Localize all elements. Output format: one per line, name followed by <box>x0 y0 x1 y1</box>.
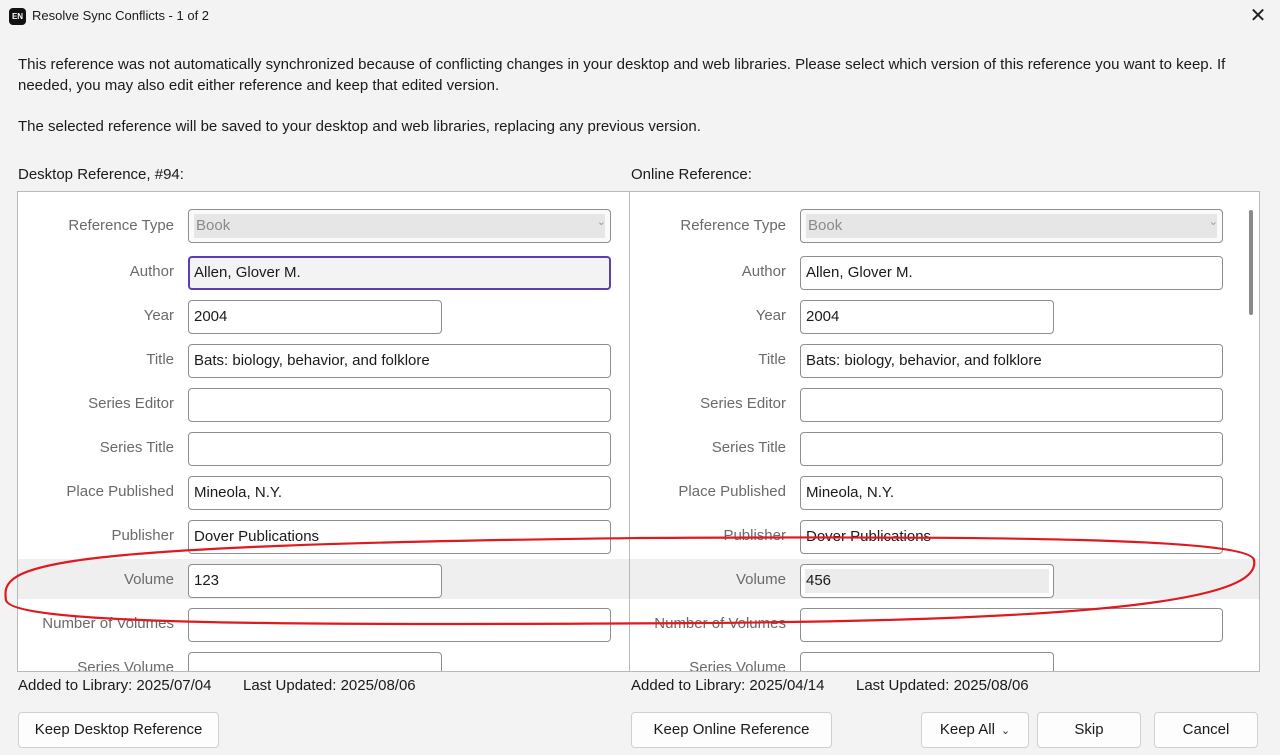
online-reference-panel: Reference Type Book ⌄ Author Allen, Glov… <box>629 191 1260 672</box>
volume-field[interactable]: 123 <box>188 564 442 598</box>
title-bar: EN Resolve Sync Conflicts - 1 of 2 ✕ <box>0 0 1280 32</box>
desktop-updated-date: Last Updated: 2025/08/06 <box>243 677 416 694</box>
field-label: Publisher <box>723 527 786 544</box>
field-label: Author <box>741 263 786 280</box>
series-editor-field[interactable] <box>188 388 611 422</box>
field-label: Year <box>143 307 174 324</box>
field-row-series-volume: Series Volume <box>18 649 629 672</box>
field-row-volume: Volume 123 <box>18 559 629 599</box>
skip-button[interactable]: Skip <box>1037 712 1141 748</box>
field-label: Series Editor <box>88 395 174 412</box>
year-field[interactable]: 2004 <box>188 300 442 334</box>
field-label: Number of Volumes <box>42 615 174 632</box>
author-field[interactable]: Allen, Glover M. <box>188 256 611 290</box>
field-label: Title <box>146 351 174 368</box>
desktop-added-date: Added to Library: 2025/07/04 <box>18 677 212 694</box>
scrollbar-thumb[interactable] <box>1249 210 1253 315</box>
field-label: Volume <box>735 571 786 588</box>
endnote-app-icon: EN <box>9 8 26 25</box>
field-label: Publisher <box>111 527 174 544</box>
field-label: Number of Volumes <box>654 615 786 632</box>
keep-online-button[interactable]: Keep Online Reference <box>631 712 832 748</box>
field-row-author: Author Allen, Glover M. <box>18 253 629 293</box>
publisher-field[interactable]: Dover Publications <box>800 520 1223 554</box>
field-row-place-published: Place Published Mineola, N.Y. <box>630 473 1259 513</box>
series-editor-field[interactable] <box>800 388 1223 422</box>
series-title-field[interactable] <box>800 432 1223 466</box>
reference-type-value: Book <box>194 214 605 238</box>
number-of-volumes-field[interactable] <box>800 608 1223 642</box>
place-published-field[interactable]: Mineola, N.Y. <box>800 476 1223 510</box>
title-field[interactable]: Bats: biology, behavior, and folklore <box>188 344 611 378</box>
field-label: Author <box>129 263 174 280</box>
field-row-reference-type: Reference Type Book ⌄ <box>630 207 1259 247</box>
chevron-down-icon: ⌄ <box>1000 725 1011 737</box>
field-row-publisher: Publisher Dover Publications <box>18 517 629 557</box>
field-row-series-editor: Series Editor <box>630 385 1259 425</box>
online-reference-label: Online Reference: <box>631 166 752 183</box>
field-row-year: Year 2004 <box>630 297 1259 337</box>
field-label: Year <box>755 307 786 324</box>
field-row-place-published: Place Published Mineola, N.Y. <box>18 473 629 513</box>
author-field[interactable]: Allen, Glover M. <box>800 256 1223 290</box>
field-row-number-of-volumes: Number of Volumes <box>18 605 629 645</box>
chevron-down-icon: ⌄ <box>1208 216 1218 228</box>
online-added-date: Added to Library: 2025/04/14 <box>631 677 825 694</box>
field-label: Series Volume <box>689 659 786 672</box>
year-field[interactable]: 2004 <box>800 300 1054 334</box>
field-label: Series Title <box>99 439 174 456</box>
field-row-title: Title Bats: biology, behavior, and folkl… <box>18 341 629 381</box>
number-of-volumes-field[interactable] <box>188 608 611 642</box>
field-row-author: Author Allen, Glover M. <box>630 253 1259 293</box>
field-label: Series Volume <box>77 659 174 672</box>
desktop-reference-panel: Reference Type Book ⌄ Author Allen, Glov… <box>17 191 630 672</box>
intro-text-2: The selected reference will be saved to … <box>18 118 701 135</box>
reference-type-value: Book <box>806 214 1217 238</box>
field-row-series-editor: Series Editor <box>18 385 629 425</box>
publisher-field[interactable]: Dover Publications <box>188 520 611 554</box>
field-row-volume: Volume 456 <box>630 559 1259 599</box>
field-label: Volume <box>123 571 174 588</box>
series-volume-field[interactable] <box>188 652 442 671</box>
window-title: Resolve Sync Conflicts - 1 of 2 <box>32 8 210 23</box>
field-label: Title <box>758 351 786 368</box>
online-updated-date: Last Updated: 2025/08/06 <box>856 677 1029 694</box>
field-label: Reference Type <box>68 217 174 234</box>
field-row-number-of-volumes: Number of Volumes <box>630 605 1259 645</box>
chevron-down-icon: ⌄ <box>596 216 606 228</box>
field-row-publisher: Publisher Dover Publications <box>630 517 1259 557</box>
volume-field[interactable]: 456 <box>800 564 1054 598</box>
field-row-series-title: Series Title <box>630 429 1259 469</box>
series-title-field[interactable] <box>188 432 611 466</box>
place-published-field[interactable]: Mineola, N.Y. <box>188 476 611 510</box>
close-icon[interactable]: ✕ <box>1244 2 1272 30</box>
reference-type-select[interactable]: Book ⌄ <box>800 209 1223 243</box>
reference-type-select[interactable]: Book ⌄ <box>188 209 611 243</box>
field-row-series-title: Series Title <box>18 429 629 469</box>
cancel-button[interactable]: Cancel <box>1154 712 1258 748</box>
field-label: Place Published <box>66 483 174 500</box>
field-label: Place Published <box>678 483 786 500</box>
field-row-reference-type: Reference Type Book ⌄ <box>18 207 629 247</box>
field-row-title: Title Bats: biology, behavior, and folkl… <box>630 341 1259 381</box>
field-row-series-volume: Series Volume <box>630 649 1259 672</box>
keep-all-dropdown-button[interactable]: Keep All ⌄ <box>921 712 1029 748</box>
desktop-reference-label: Desktop Reference, #94: <box>18 166 184 183</box>
volume-value: 456 <box>805 569 1049 593</box>
field-label: Series Editor <box>700 395 786 412</box>
intro-text: This reference was not automatically syn… <box>18 56 1226 94</box>
field-row-year: Year 2004 <box>18 297 629 337</box>
field-label: Reference Type <box>680 217 786 234</box>
series-volume-field[interactable] <box>800 652 1054 671</box>
title-field[interactable]: Bats: biology, behavior, and folklore <box>800 344 1223 378</box>
keep-all-label: Keep All <box>939 721 995 738</box>
field-label: Series Title <box>711 439 786 456</box>
keep-desktop-button[interactable]: Keep Desktop Reference <box>18 712 219 748</box>
